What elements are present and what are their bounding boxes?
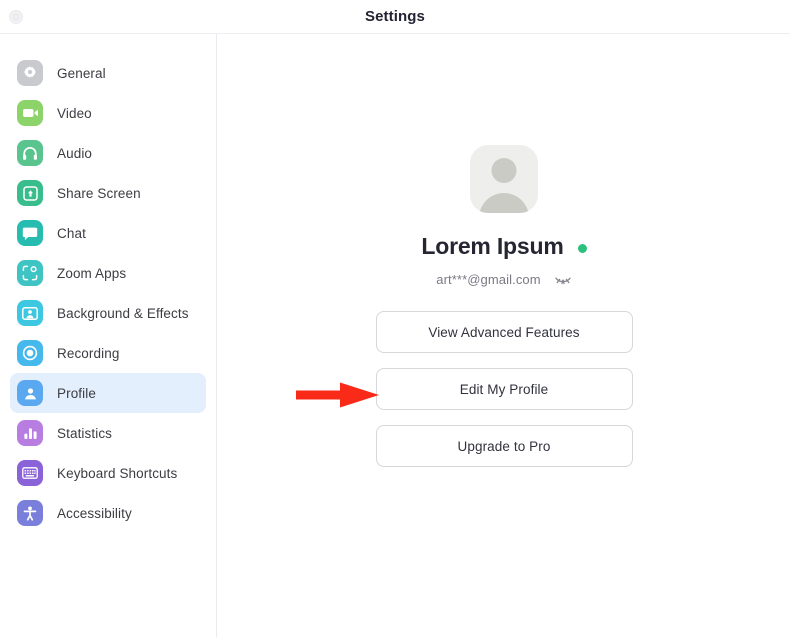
page-title: Settings <box>365 8 425 25</box>
sidebar-item-profile[interactable]: Profile <box>10 373 206 413</box>
main-content-panel: Lorem Ipsum art***@gmail.com View Advanc… <box>218 34 790 637</box>
sidebar-item-share-screen[interactable]: Share Screen <box>10 173 206 213</box>
settings-sidebar: General Video Audio Share Screen Chat Zoom Ap… <box>0 34 217 637</box>
recording-icon <box>17 340 43 366</box>
sidebar-item-general[interactable]: General <box>10 53 206 93</box>
sidebar-item-label: Video <box>57 105 92 121</box>
window-title-bar: Settings <box>0 0 790 34</box>
display-name-row: Lorem Ipsum <box>421 233 587 260</box>
sidebar-item-label: Recording <box>57 345 120 361</box>
sidebar-item-label: Audio <box>57 145 93 161</box>
sidebar-item-label: Keyboard Shortcuts <box>57 465 178 481</box>
sidebar-item-accessibility[interactable]: Accessibility <box>10 493 206 533</box>
sidebar-item-background-effects[interactable]: Background & Effects <box>10 293 206 333</box>
email-address: art***@gmail.com <box>436 272 541 287</box>
email-row: art***@gmail.com <box>436 272 571 287</box>
video-camera-icon <box>17 100 43 126</box>
display-name: Lorem Ipsum <box>421 233 564 259</box>
bar-chart-icon <box>17 420 43 446</box>
view-advanced-features-button[interactable]: View Advanced Features <box>375 311 633 353</box>
sidebar-item-label: Statistics <box>57 425 113 441</box>
chat-bubble-icon <box>17 220 43 246</box>
avatar-placeholder-body-icon <box>479 193 529 213</box>
sidebar-item-recording[interactable]: Recording <box>10 333 206 373</box>
background-effects-icon <box>17 300 43 326</box>
avatar-placeholder-head-icon <box>491 158 517 183</box>
zoom-apps-icon <box>17 260 43 286</box>
gear-icon <box>17 60 43 86</box>
sidebar-item-video[interactable]: Video <box>10 93 206 133</box>
sidebar-item-audio[interactable]: Audio <box>10 133 206 173</box>
sidebar-item-label: General <box>57 65 106 81</box>
sidebar-item-chat[interactable]: Chat <box>10 213 206 253</box>
keyboard-icon <box>17 460 43 486</box>
eye-hidden-icon[interactable] <box>554 273 572 287</box>
profile-section: Lorem Ipsum art***@gmail.com View Advanc… <box>218 34 790 482</box>
sidebar-item-label: Zoom Apps <box>57 265 127 281</box>
profile-person-icon <box>17 380 43 406</box>
sidebar-item-label: Accessibility <box>57 505 132 521</box>
sidebar-item-keyboard-shortcuts[interactable]: Keyboard Shortcuts <box>10 453 206 493</box>
sidebar-item-statistics[interactable]: Statistics <box>10 413 206 453</box>
profile-actions: View Advanced Features Edit My Profile Upg… <box>375 311 633 482</box>
status-badge <box>577 244 587 253</box>
sidebar-item-label: Background & Effects <box>57 305 189 321</box>
sidebar-item-label: Profile <box>57 385 96 401</box>
share-screen-icon <box>17 180 43 206</box>
sidebar-item-label: Chat <box>57 225 86 241</box>
upgrade-to-pro-button[interactable]: Upgrade to Pro <box>375 425 633 467</box>
avatar[interactable] <box>470 145 538 213</box>
accessibility-icon <box>17 500 43 526</box>
edit-my-profile-button[interactable]: Edit My Profile <box>375 368 633 410</box>
headphones-icon <box>17 140 43 166</box>
sidebar-item-label: Share Screen <box>57 185 141 201</box>
sidebar-item-zoom-apps[interactable]: Zoom Apps <box>10 253 206 293</box>
